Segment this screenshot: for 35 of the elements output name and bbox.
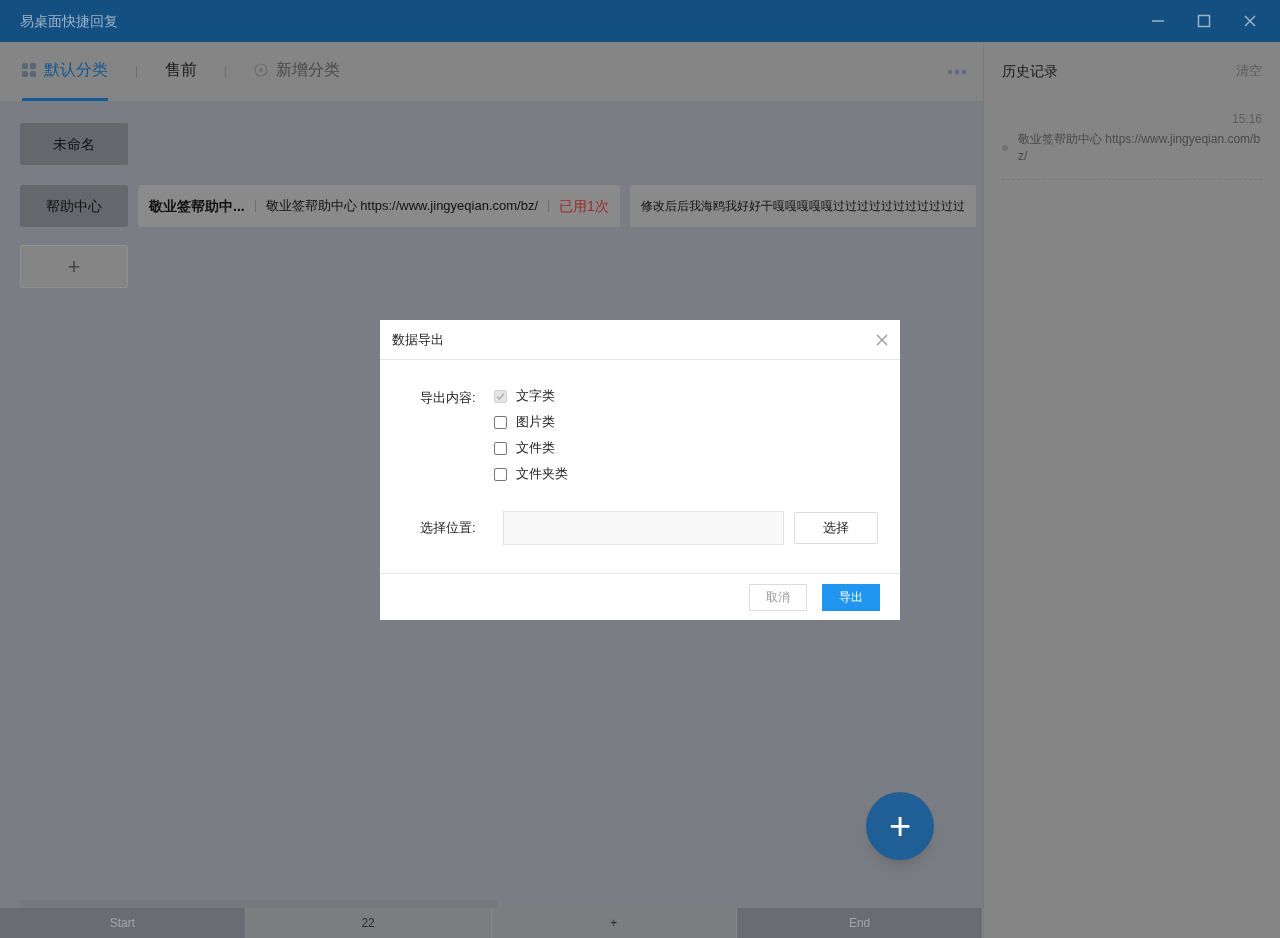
group-button[interactable]: 帮助中心 [20,185,128,227]
checkbox[interactable] [494,441,507,455]
option-label: 文件夹类 [516,465,568,484]
snippet-title: 敬业签帮助中... [149,196,245,216]
maximize-icon[interactable] [1197,14,1211,28]
cancel-button[interactable]: 取消 [749,583,807,611]
usage-count: 已用1次 [559,196,609,216]
option-label: 文字类 [516,387,555,406]
field-label: 导出内容: [420,389,477,407]
category-tab[interactable]: 默认分类 [22,42,108,101]
close-icon[interactable] [876,333,888,346]
export-button[interactable]: 导出 [822,583,880,611]
dialog-title: 数据导出 [392,330,445,349]
option-label: 图片类 [516,413,555,432]
scrollbar[interactable] [20,900,497,908]
checkbox[interactable] [494,467,507,481]
snippet-content: 敬业签帮助中心 https://www.jingyeqian.com/bz/ [265,197,539,216]
add-group-button[interactable]: + [20,245,128,288]
add-button[interactable]: + [866,792,934,860]
window-title: 易桌面快捷回复 [20,11,119,31]
option-label: 文件类 [516,439,555,458]
location-field[interactable] [503,511,784,545]
close-icon[interactable] [1243,14,1257,28]
history-title: 历史记录 [1002,61,1059,81]
category-tab[interactable]: 售前 [165,42,197,101]
checkbox[interactable] [494,415,507,429]
snippet-card[interactable]: 修改后后我海鸥我好好干嘎嘎嘎嘎嘎过过过过过过过过过过过 [629,185,976,227]
group-button[interactable]: 未命名 [20,123,128,165]
field-label: 选择位置: [420,519,477,538]
snippet-content: 修改后后我海鸥我好好干嘎嘎嘎嘎嘎过过过过过过过过过过过 [640,198,965,215]
category-tab[interactable]: 新增分类 [254,42,340,101]
snippet-card[interactable]: 敬业签帮助中... 敬业签帮助中心 https://www.jingyeqian.com/bz/ 已用1次 [138,185,620,227]
more-icon[interactable] [947,68,967,75]
choose-button[interactable]: 选择 [794,512,878,544]
grid-icon [22,63,36,77]
